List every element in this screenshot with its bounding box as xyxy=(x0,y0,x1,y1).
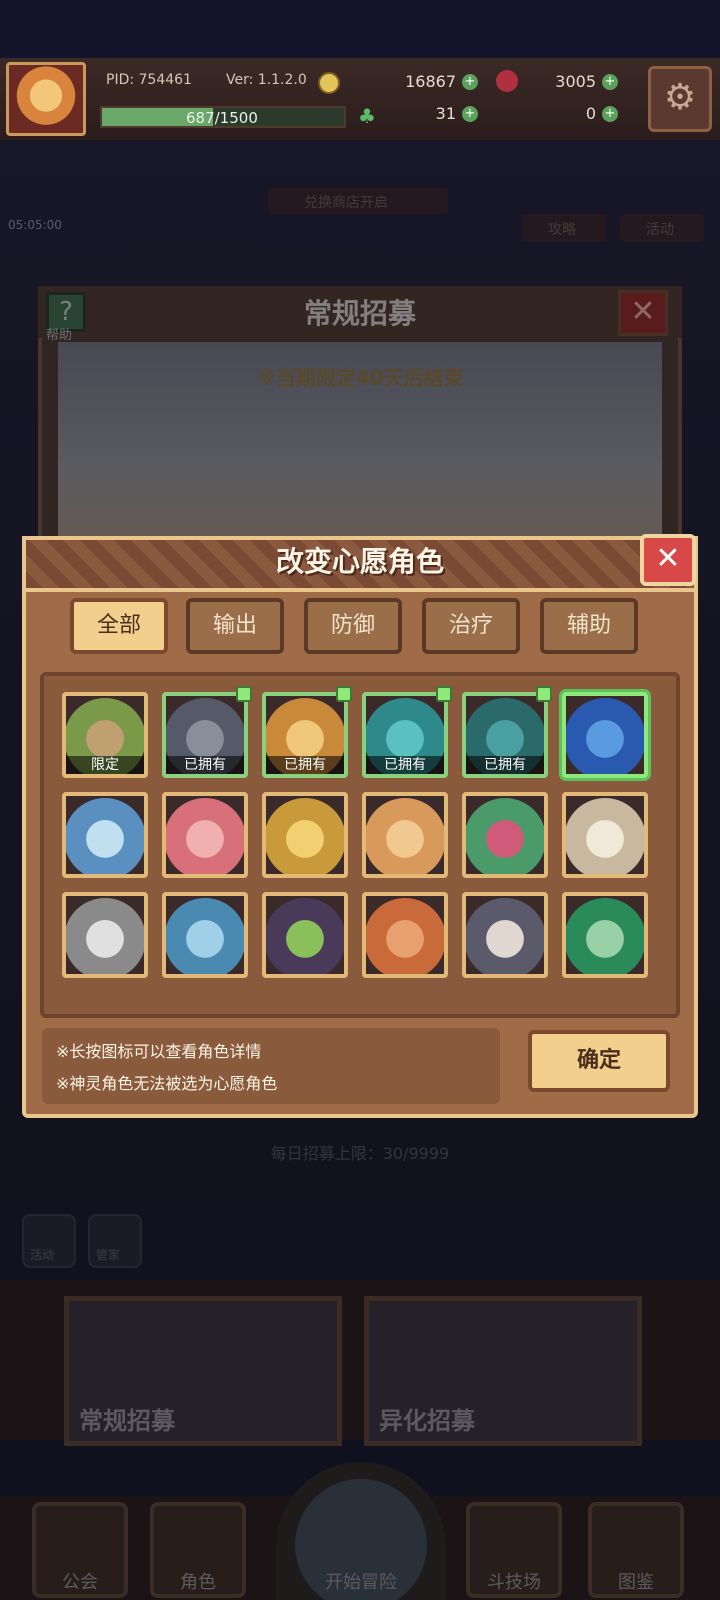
note-long-press: ※长按图标可以查看角色详情 xyxy=(56,1042,262,1061)
character-portrait xyxy=(566,896,644,974)
character-portrait xyxy=(466,896,544,974)
character-card[interactable] xyxy=(562,792,648,878)
tab-dps[interactable]: 输出 xyxy=(186,598,284,654)
key-count: 0 xyxy=(585,104,596,123)
player-id: PID: 754461 xyxy=(106,72,192,88)
character-card[interactable]: 已拥有 xyxy=(362,692,448,778)
dialog-title: 改变心愿角色 xyxy=(275,545,444,578)
thumbs-up-icon xyxy=(336,686,352,702)
character-card[interactable]: 已拥有 xyxy=(462,692,548,778)
gem-icon xyxy=(496,70,518,92)
character-portrait xyxy=(566,796,644,874)
exp-bar: 687/1500 xyxy=(100,106,346,128)
character-portrait xyxy=(266,796,344,874)
tab-all[interactable]: 全部 xyxy=(70,598,168,654)
character-portrait xyxy=(166,896,244,974)
character-status-tag: 已拥有 xyxy=(266,756,344,774)
add-key-button[interactable]: + xyxy=(602,106,618,122)
character-card[interactable]: 已拥有 xyxy=(262,692,348,778)
character-card[interactable] xyxy=(62,892,148,978)
clover-icon: ♣ xyxy=(358,104,376,128)
character-status-tag: 已拥有 xyxy=(166,756,244,774)
character-portrait xyxy=(66,896,144,974)
character-card[interactable] xyxy=(462,792,548,878)
add-clover-button[interactable]: + xyxy=(462,106,478,122)
gem-count: 3005 xyxy=(555,72,596,91)
confirm-button[interactable]: 确定 xyxy=(528,1030,670,1092)
character-card[interactable] xyxy=(362,792,448,878)
character-portrait xyxy=(266,896,344,974)
character-card[interactable]: 已拥有 xyxy=(162,692,248,778)
tab-support[interactable]: 辅助 xyxy=(540,598,638,654)
game-version: Ver: 1.1.2.0 xyxy=(226,72,307,88)
character-card[interactable] xyxy=(362,892,448,978)
character-card[interactable] xyxy=(462,892,548,978)
thumbs-up-icon xyxy=(236,686,252,702)
player-avatar[interactable] xyxy=(6,62,86,136)
thumbs-up-icon xyxy=(536,686,552,702)
character-portrait xyxy=(366,896,444,974)
character-portrait xyxy=(166,796,244,874)
settings-gear-icon[interactable]: ⚙ xyxy=(648,66,712,132)
character-portrait xyxy=(566,696,644,774)
character-portrait xyxy=(366,796,444,874)
player-info-panel: PID: 754461 Ver: 1.1.2.0 16867 + 3005 + … xyxy=(96,64,636,136)
thumbs-up-icon xyxy=(436,686,452,702)
character-card[interactable] xyxy=(162,792,248,878)
clover-count: 31 xyxy=(435,104,456,123)
character-card[interactable] xyxy=(262,792,348,878)
tab-healing[interactable]: 治疗 xyxy=(422,598,520,654)
exp-text: 687/1500 xyxy=(186,109,258,127)
character-status-tag: 已拥有 xyxy=(466,756,544,774)
gold-count: 16867 xyxy=(405,72,456,91)
character-status-tag: 已拥有 xyxy=(366,756,444,774)
character-portrait xyxy=(66,796,144,874)
character-card[interactable] xyxy=(562,892,648,978)
coin-icon xyxy=(318,72,340,94)
tab-defense[interactable]: 防御 xyxy=(304,598,402,654)
character-card[interactable]: 限定 xyxy=(62,692,148,778)
add-gold-button[interactable]: + xyxy=(462,74,478,90)
add-gem-button[interactable]: + xyxy=(602,74,618,90)
character-portrait xyxy=(466,796,544,874)
character-card[interactable] xyxy=(62,792,148,878)
character-status-tag: 限定 xyxy=(66,756,144,774)
character-card[interactable] xyxy=(562,692,648,778)
character-card[interactable] xyxy=(162,892,248,978)
close-icon[interactable]: ✕ xyxy=(640,534,696,586)
note-deity: ※神灵角色无法被选为心愿角色 xyxy=(56,1074,278,1093)
character-card[interactable] xyxy=(262,892,348,978)
